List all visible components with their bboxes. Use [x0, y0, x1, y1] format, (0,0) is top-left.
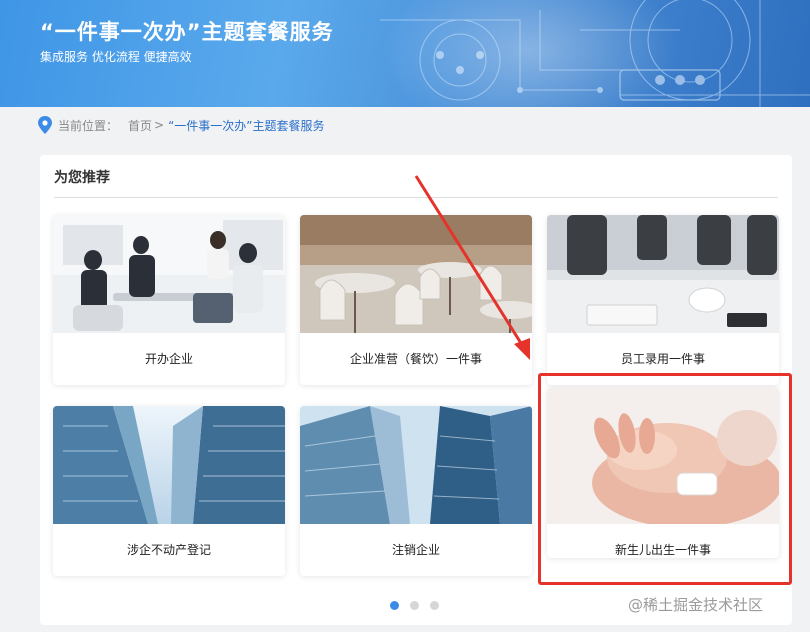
card-image-skyscrapers: [53, 406, 285, 524]
breadcrumb-current[interactable]: “一件事一次办”主题套餐服务: [168, 117, 324, 134]
recommend-title: 为您推荐: [54, 170, 110, 186]
service-card-catering-license[interactable]: 企业准营（餐饮）一件事: [300, 215, 532, 385]
card-label: 企业准营（餐饮）一件事: [349, 352, 482, 366]
banner-title: “一件事一次办”主题套餐服务: [40, 20, 334, 44]
service-card-real-estate[interactable]: 涉企不动产登记: [53, 406, 285, 576]
banner-network-graphic: [380, 0, 810, 107]
carousel-dot-1[interactable]: [390, 601, 399, 610]
breadcrumb-home-link[interactable]: 首页: [128, 117, 152, 134]
location-pin-icon: [38, 116, 52, 134]
card-label: 新生儿出生一件事: [614, 543, 711, 557]
service-card-start-business[interactable]: 开办企业: [53, 215, 285, 385]
service-card-cancel-business[interactable]: 注销企业: [300, 406, 532, 576]
service-card-newborn-birth[interactable]: 新生儿出生一件事: [547, 388, 779, 558]
watermark: @稀土掘金技术社区: [628, 596, 764, 614]
carousel-dot-2[interactable]: [410, 601, 419, 610]
card-image-office-meeting: [53, 215, 285, 333]
page-banner: “一件事一次办”主题套餐服务 集成服务 优化流程 便捷高效: [0, 0, 810, 107]
carousel-dot-3[interactable]: [430, 601, 439, 610]
carousel-pagination: [390, 601, 439, 610]
banner-subtitle: 集成服务 优化流程 便捷高效: [40, 50, 192, 64]
card-label: 员工录用一件事: [620, 352, 705, 366]
breadcrumb-prefix: 当前位置：: [58, 118, 119, 133]
card-label: 注销企业: [391, 543, 440, 557]
card-label: 开办企业: [144, 352, 193, 366]
recommend-divider: [54, 197, 778, 198]
breadcrumb-separator: >: [154, 118, 165, 132]
card-image-restaurant: [300, 215, 532, 333]
card-label: 涉企不动产登记: [126, 543, 211, 557]
card-image-glass-towers: [300, 406, 532, 524]
card-image-business-desk: [547, 215, 779, 333]
card-image-baby-hands: [547, 388, 779, 524]
breadcrumb: 当前位置： 首页 > “一件事一次办”主题套餐服务: [38, 115, 325, 135]
service-card-employee-hiring[interactable]: 员工录用一件事: [547, 215, 779, 385]
